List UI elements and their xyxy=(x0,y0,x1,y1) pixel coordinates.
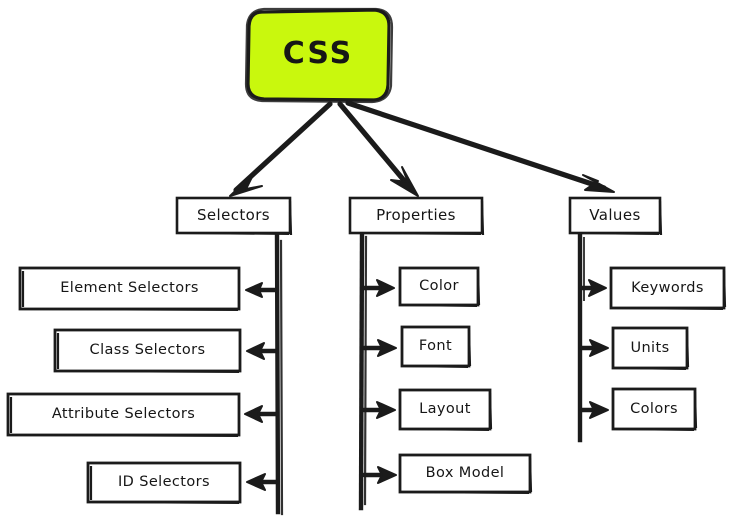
leaf-node-keywords-label: Keywords xyxy=(631,279,704,296)
leaf-node-keywords[interactable]: Keywords xyxy=(611,268,724,308)
arrow-selectors-to-id-selectors xyxy=(246,473,280,491)
branch-spine-selectors xyxy=(274,232,284,516)
leaf-node-class-selectors[interactable]: Class Selectors xyxy=(55,330,240,371)
leaf-node-colors[interactable]: Colors xyxy=(613,389,695,429)
leaf-node-box-model[interactable]: Box Model xyxy=(400,455,530,492)
leaf-node-color[interactable]: Color xyxy=(400,268,478,305)
arrow-selectors-to-class-selectors xyxy=(246,342,280,360)
leaf-node-layout-label: Layout xyxy=(419,401,471,418)
leaf-node-box-model-label: Box Model xyxy=(425,465,505,482)
leaf-node-element-selectors-label: Element Selectors xyxy=(60,280,199,297)
leaf-node-id-selectors-label: ID Selectors xyxy=(118,474,210,491)
leaf-node-layout[interactable]: Layout xyxy=(400,390,490,429)
arrow-values-to-keywords xyxy=(579,279,607,297)
leaf-node-font[interactable]: Font xyxy=(402,327,469,366)
arrow-css-to-selectors xyxy=(229,101,333,197)
leaf-node-color-label: Color xyxy=(419,278,459,295)
arrow-css-to-values xyxy=(345,100,615,193)
arrow-properties-to-color xyxy=(361,279,395,297)
arrow-css-to-properties xyxy=(337,101,419,197)
category-node-values[interactable]: Values xyxy=(570,198,660,233)
arrow-selectors-to-element-selectors xyxy=(245,282,280,298)
leaf-node-colors-label: Colors xyxy=(630,400,678,417)
leaf-node-class-selectors-label: Class Selectors xyxy=(89,342,206,359)
category-node-properties-label: Properties xyxy=(376,206,456,224)
branch-spine-properties xyxy=(358,232,368,511)
category-node-values-label: Values xyxy=(589,206,641,224)
arrow-properties-to-box-model xyxy=(361,466,397,484)
leaf-node-units[interactable]: Units xyxy=(613,328,687,368)
arrow-values-to-colors xyxy=(579,401,609,419)
leaf-node-id-selectors[interactable]: ID Selectors xyxy=(88,463,240,502)
arrow-selectors-to-attribute-selectors xyxy=(244,405,280,423)
leaf-node-font-label: Font xyxy=(418,338,453,355)
leaf-node-attribute-selectors-label: Attribute Selectors xyxy=(51,406,196,423)
arrow-values-to-units xyxy=(579,339,609,357)
arrow-properties-to-font xyxy=(361,339,397,357)
css-concept-map-diagram: CSS Selectors Properties Values Element … xyxy=(0,0,740,524)
root-node-css[interactable]: CSS xyxy=(248,8,388,100)
leaf-node-attribute-selectors[interactable]: Attribute Selectors xyxy=(8,394,239,435)
leaf-node-units-label: Units xyxy=(630,339,670,356)
arrow-properties-to-layout xyxy=(361,401,396,419)
root-node-label: CSS xyxy=(282,36,354,71)
category-node-selectors[interactable]: Selectors xyxy=(177,198,290,233)
leaf-node-element-selectors[interactable]: Element Selectors xyxy=(20,268,239,309)
category-node-selectors-label: Selectors xyxy=(196,206,271,224)
category-node-properties[interactable]: Properties xyxy=(350,198,482,233)
